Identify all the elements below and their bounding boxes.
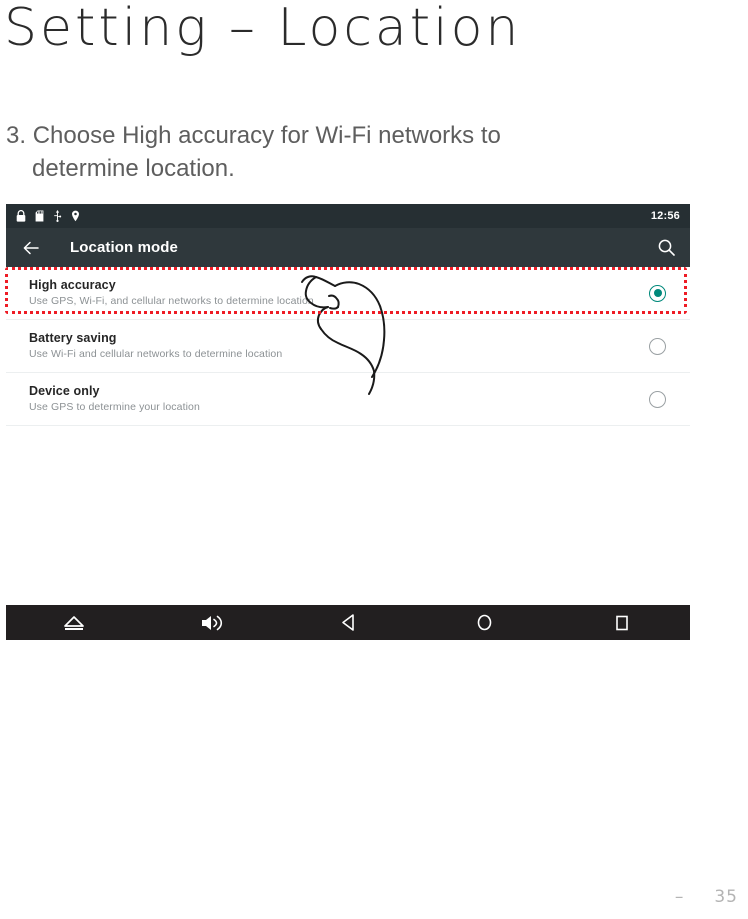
status-bar-icons [16, 210, 80, 222]
app-toolbar: Location mode [6, 228, 690, 267]
status-bar: 12:56 [6, 204, 690, 228]
list-item-device-only[interactable]: Device only Use GPS to determine your lo… [6, 373, 690, 426]
page-footer: – 35 [675, 887, 738, 907]
list-item-secondary-text: Use Wi-Fi and cellular networks to deter… [29, 348, 283, 360]
android-navigation-bar [6, 605, 690, 640]
location-mode-list: High accuracy Use GPS, Wi-Fi, and cellul… [6, 267, 690, 639]
recents-square-icon[interactable] [553, 614, 690, 632]
instruction-number: 3. [6, 122, 27, 149]
search-icon[interactable] [657, 238, 676, 257]
home-circle-icon[interactable] [416, 613, 553, 632]
back-arrow-icon[interactable] [20, 237, 42, 259]
status-bar-clock: 12:56 [650, 210, 680, 222]
usb-icon [53, 210, 62, 222]
lock-icon [16, 210, 26, 222]
eject-icon[interactable] [6, 614, 143, 632]
list-item-battery-saving[interactable]: Battery saving Use Wi-Fi and cellular ne… [6, 320, 690, 373]
radio-button-device-only[interactable] [649, 390, 666, 408]
sdcard-icon [35, 210, 44, 222]
back-triangle-icon[interactable] [280, 613, 417, 632]
radio-button-battery-saving[interactable] [649, 337, 666, 355]
list-item-text-group: Battery saving Use Wi-Fi and cellular ne… [29, 331, 282, 361]
list-item-text-group: Device only Use GPS to determine your lo… [29, 384, 200, 414]
radio-button-high-accuracy[interactable] [649, 284, 666, 302]
page-number: 35 [714, 887, 738, 907]
list-item-primary-text: Device only [29, 384, 100, 398]
instruction-line-2: determine location. [32, 155, 235, 182]
list-item-primary-text: Battery saving [29, 331, 117, 345]
volume-icon[interactable] [143, 613, 280, 633]
instruction-paragraph: 3. Choose High accuracy for Wi-Fi networ… [6, 119, 646, 185]
instruction-line-1: Choose High accuracy for Wi-Fi networks … [32, 122, 501, 149]
page-title: Setting – Location [4, 0, 522, 58]
list-item-high-accuracy[interactable]: High accuracy Use GPS, Wi-Fi, and cellul… [6, 267, 690, 320]
toolbar-title: Location mode [70, 239, 178, 256]
location-pin-icon [71, 210, 80, 222]
device-screenshot: 12:56 Location mode High accuracy Use GP… [6, 204, 690, 639]
footer-dash: – [674, 887, 685, 907]
list-item-secondary-text: Use GPS, Wi-Fi, and cellular networks to… [29, 295, 314, 307]
list-item-secondary-text: Use GPS to determine your location [29, 401, 200, 413]
list-item-primary-text: High accuracy [29, 278, 116, 292]
list-item-text-group: High accuracy Use GPS, Wi-Fi, and cellul… [29, 278, 314, 308]
